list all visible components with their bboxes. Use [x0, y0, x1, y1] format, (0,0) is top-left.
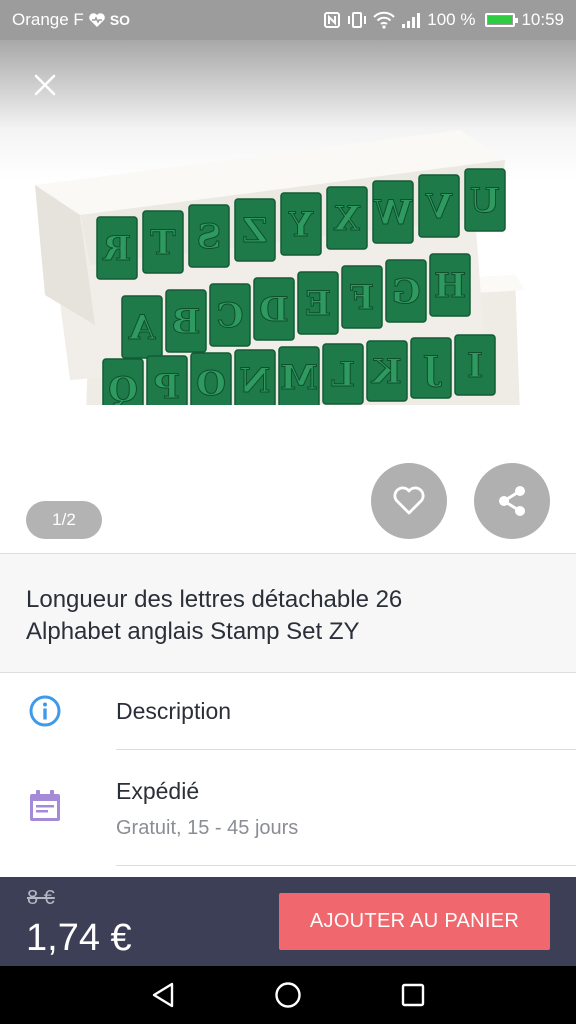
stamp-letter: V — [425, 187, 453, 227]
stamp-letter: I — [467, 346, 483, 386]
stamp-letter: S — [197, 217, 222, 257]
stamp-letter: Q — [108, 370, 138, 405]
signal-icon — [401, 11, 421, 29]
share-button[interactable] — [474, 463, 550, 539]
info-icon — [26, 692, 64, 730]
back-triangle-icon — [152, 982, 173, 1008]
shipping-row[interactable]: Expédié Gratuit, 15 - 45 jours — [0, 750, 576, 865]
stamp-letter: C — [216, 296, 243, 336]
stamp-letter: M — [280, 358, 318, 398]
product-gallery[interactable]: UVWXYZSTR HGFEDCBA IJKLMNOPQ 1/2 — [0, 40, 576, 553]
stamp-letter: W — [373, 193, 413, 233]
vibrate-icon — [347, 11, 367, 29]
stamp-letter: F — [350, 278, 374, 318]
stamp-letter: O — [196, 364, 226, 404]
divider — [116, 865, 576, 866]
stamp-letter: G — [391, 272, 420, 312]
purchase-bar: 8 € 1,74 € AJOUTER AU PANIER — [0, 877, 576, 966]
stamp-letter: J — [423, 349, 442, 389]
navigation-bar — [0, 966, 576, 1024]
home-button[interactable] — [268, 975, 308, 1015]
nfc-icon — [323, 11, 341, 29]
old-price: 8 € — [27, 887, 55, 909]
stamp-letter: P — [154, 367, 180, 405]
shipping-label: Expédié — [116, 778, 200, 804]
stamp-letter: R — [102, 229, 131, 269]
stamp-letter: D — [259, 290, 288, 330]
stamp-letter: N — [239, 361, 270, 401]
recents-button[interactable] — [393, 975, 433, 1015]
back-button[interactable] — [143, 975, 183, 1015]
stamp-letter: Y — [288, 205, 314, 245]
calendar-icon — [26, 787, 64, 825]
heart-rate-icon — [88, 12, 106, 28]
battery-icon — [485, 13, 519, 27]
home-circle-icon — [275, 982, 301, 1008]
carrier-label: Orange F — [12, 10, 84, 29]
stamp-letter: U — [470, 181, 500, 221]
stamp-letter: A — [128, 308, 156, 348]
stamp-letter: T — [150, 223, 175, 263]
description-row[interactable]: Description — [0, 674, 576, 750]
stamp-letter: K — [371, 352, 402, 392]
status-bar: Orange F SO 100 % 10:59 — [0, 0, 576, 40]
add-to-cart-button[interactable]: AJOUTER AU PANIER — [279, 893, 550, 950]
battery-percent: 100 % — [427, 10, 476, 29]
image-pager: 1/2 — [26, 501, 102, 539]
heart-icon — [393, 486, 425, 515]
wifi-icon — [373, 11, 395, 29]
description-label: Description — [116, 698, 232, 724]
stamp-letter: L — [331, 355, 355, 395]
product-title-block: Longueur des lettres détachable 26 Alpha… — [0, 553, 576, 673]
recents-square-icon — [402, 983, 425, 1007]
share-icon — [499, 486, 525, 516]
stamp-letter: B — [172, 302, 201, 342]
stamp-letter: Z — [243, 211, 268, 251]
product-title-line2: Alphabet anglais Stamp Set ZY — [26, 618, 360, 645]
favorite-button[interactable] — [371, 463, 447, 539]
stamp-letter: X — [333, 199, 360, 239]
stamp-letter: E — [305, 284, 331, 324]
product-title-line1: Longueur des lettres détachable 26 — [26, 586, 403, 613]
shipping-detail: Gratuit, 15 - 45 jours — [116, 817, 299, 839]
stamp-letter: H — [434, 266, 466, 306]
current-price: 1,74 € — [26, 917, 132, 959]
product-image: UVWXYZSTR HGFEDCBA IJKLMNOPQ — [35, 130, 525, 405]
clock: 10:59 — [521, 10, 564, 29]
status-extra: SO — [109, 12, 131, 28]
